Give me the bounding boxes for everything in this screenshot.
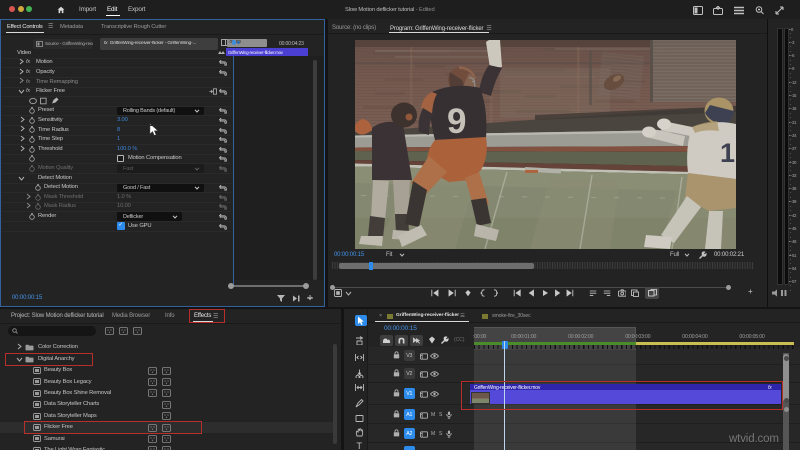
svg-text:T: T bbox=[357, 441, 363, 450]
